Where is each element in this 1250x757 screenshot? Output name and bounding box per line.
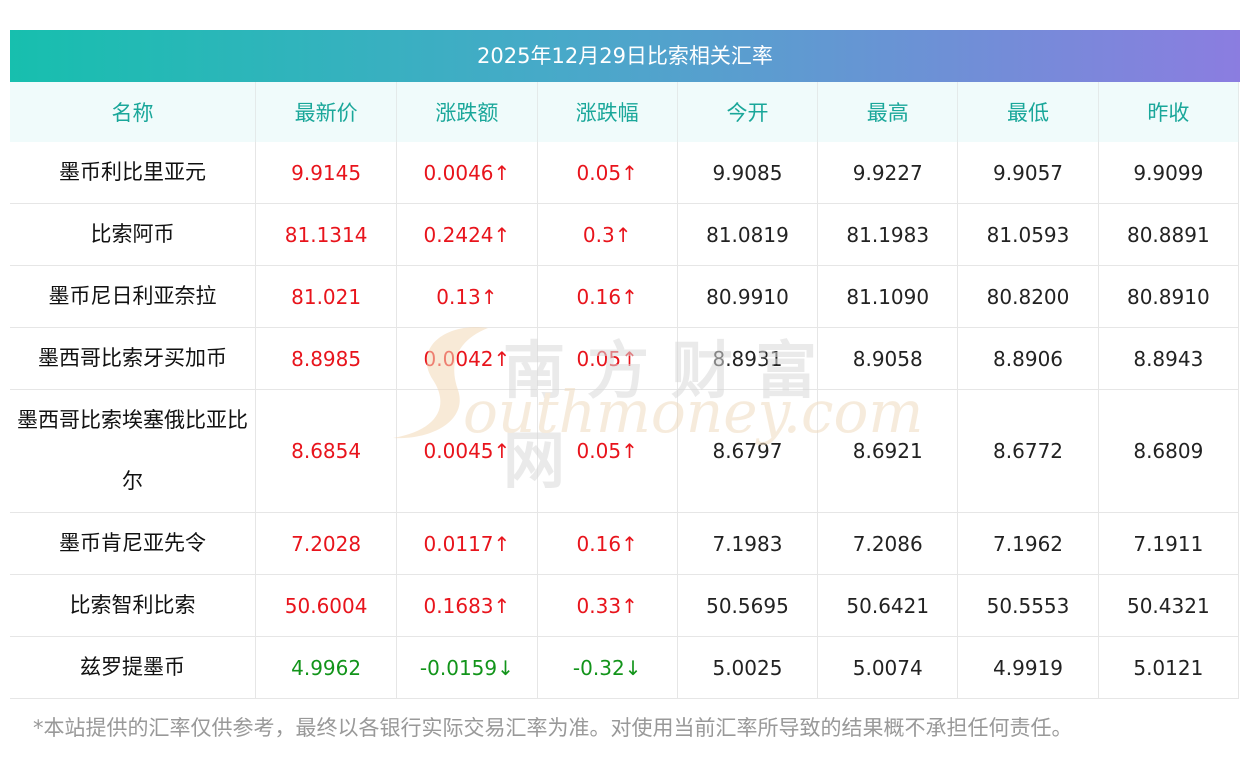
- header-low: 最低: [957, 82, 1099, 142]
- low-cell: 81.0593: [957, 203, 1099, 266]
- change-cell: 0.13↑: [396, 265, 538, 328]
- latest-price-cell: 8.6854: [254, 389, 398, 513]
- latest-price-cell: 50.6004: [254, 574, 398, 637]
- high-cell: 7.2086: [817, 512, 959, 575]
- high-cell: 81.1090: [817, 265, 959, 328]
- high-cell: 9.9227: [817, 142, 959, 204]
- open-cell: 81.0819: [676, 203, 819, 266]
- header-name: 名称: [10, 82, 256, 142]
- header-open: 今开: [676, 82, 819, 142]
- low-cell: 4.9919: [957, 636, 1099, 699]
- change-cell: 0.2424↑: [396, 203, 538, 266]
- table-title: 2025年12月29日比索相关汇率: [10, 30, 1240, 82]
- change-cell: -0.0159↓: [396, 636, 538, 699]
- high-cell: 5.0074: [817, 636, 959, 699]
- low-cell: 50.5553: [957, 574, 1099, 637]
- currency-pair-name: 比索智利比索: [10, 574, 256, 637]
- table-row: 墨币利比里亚元 9.9145 0.0046↑ 0.05↑ 9.9085 9.9227 9.9…: [10, 142, 1240, 204]
- table-row: 比索阿币 81.1314 0.2424↑ 0.3↑ 81.0819 81.1983 81.0…: [10, 203, 1240, 266]
- change-cell: 0.0042↑: [396, 327, 538, 390]
- currency-pair-name: 墨西哥比索埃塞俄比亚比尔: [10, 389, 256, 513]
- latest-price-cell: 8.8985: [254, 327, 398, 390]
- prev-close-cell: 5.0121: [1097, 636, 1240, 699]
- low-cell: 8.8906: [957, 327, 1099, 390]
- low-cell: 8.6772: [957, 389, 1099, 513]
- currency-pair-name: 墨币尼日利亚奈拉: [10, 265, 256, 328]
- prev-close-cell: 80.8910: [1097, 265, 1240, 328]
- change-pct-cell: 0.05↑: [536, 389, 678, 513]
- table-row: 比索智利比索 50.6004 0.1683↑ 0.33↑ 50.5695 50.6421 5…: [10, 574, 1240, 637]
- currency-pair-name: 兹罗提墨币: [10, 636, 256, 699]
- open-cell: 80.9910: [676, 265, 819, 328]
- header-latest: 最新价: [254, 82, 398, 142]
- table-row: 墨西哥比索埃塞俄比亚比尔 8.6854 0.0045↑ 0.05↑ 8.6797 8.69…: [10, 389, 1240, 513]
- currency-pair-name: 比索阿币: [10, 203, 256, 266]
- high-cell: 8.9058: [817, 327, 959, 390]
- header-prev-close: 昨收: [1097, 82, 1240, 142]
- disclaimer-footnote: *本站提供的汇率仅供参考，最终以各银行实际交易汇率为准。对使用当前汇率所导致的结…: [33, 716, 1073, 740]
- high-cell: 50.6421: [817, 574, 959, 637]
- latest-price-cell: 7.2028: [254, 512, 398, 575]
- prev-close-cell: 9.9099: [1097, 142, 1240, 204]
- prev-close-cell: 50.4321: [1097, 574, 1240, 637]
- table-row: 墨币肯尼亚先令 7.2028 0.0117↑ 0.16↑ 7.1983 7.2086 7.1…: [10, 512, 1240, 575]
- currency-pair-name: 墨西哥比索牙买加币: [10, 327, 256, 390]
- high-cell: 8.6921: [817, 389, 959, 513]
- latest-price-cell: 81.021: [254, 265, 398, 328]
- change-pct-cell: 0.33↑: [536, 574, 678, 637]
- low-cell: 7.1962: [957, 512, 1099, 575]
- change-pct-cell: 0.05↑: [536, 142, 678, 204]
- table-row: 兹罗提墨币 4.9962 -0.0159↓ -0.32↓ 5.0025 5.0074 4.9…: [10, 636, 1240, 699]
- prev-close-cell: 7.1911: [1097, 512, 1240, 575]
- header-change: 涨跌额: [396, 82, 538, 142]
- open-cell: 50.5695: [676, 574, 819, 637]
- low-cell: 9.9057: [957, 142, 1099, 204]
- change-pct-cell: 0.16↑: [536, 265, 678, 328]
- prev-close-cell: 8.6809: [1097, 389, 1240, 513]
- table-row: 墨币尼日利亚奈拉 81.021 0.13↑ 0.16↑ 80.9910 81.1090 80…: [10, 265, 1240, 328]
- open-cell: 5.0025: [676, 636, 819, 699]
- change-pct-cell: 0.3↑: [536, 203, 678, 266]
- table-row: 墨西哥比索牙买加币 8.8985 0.0042↑ 0.05↑ 8.8931 8.9058 8…: [10, 327, 1240, 390]
- low-cell: 80.8200: [957, 265, 1099, 328]
- change-cell: 0.0045↑: [396, 389, 538, 513]
- prev-close-cell: 80.8891: [1097, 203, 1240, 266]
- open-cell: 7.1983: [676, 512, 819, 575]
- change-pct-cell: 0.16↑: [536, 512, 678, 575]
- prev-close-cell: 8.8943: [1097, 327, 1240, 390]
- open-cell: 9.9085: [676, 142, 819, 204]
- open-cell: 8.8931: [676, 327, 819, 390]
- latest-price-cell: 4.9962: [254, 636, 398, 699]
- open-cell: 8.6797: [676, 389, 819, 513]
- header-change-pct: 涨跌幅: [536, 82, 678, 142]
- latest-price-cell: 9.9145: [254, 142, 398, 204]
- exchange-rate-table: 名称 最新价 涨跌额 涨跌幅 今开 最高 最低 昨收 墨币利比里亚元 9.9145…: [10, 82, 1240, 699]
- currency-pair-name: 墨币肯尼亚先令: [10, 512, 256, 575]
- high-cell: 81.1983: [817, 203, 959, 266]
- latest-price-cell: 81.1314: [254, 203, 398, 266]
- change-pct-cell: -0.32↓: [536, 636, 678, 699]
- table-header-row: 名称 最新价 涨跌额 涨跌幅 今开 最高 最低 昨收: [10, 82, 1240, 142]
- header-high: 最高: [817, 82, 959, 142]
- change-pct-cell: 0.05↑: [536, 327, 678, 390]
- currency-pair-name: 墨币利比里亚元: [10, 142, 256, 204]
- change-cell: 0.0117↑: [396, 512, 538, 575]
- change-cell: 0.0046↑: [396, 142, 538, 204]
- change-cell: 0.1683↑: [396, 574, 538, 637]
